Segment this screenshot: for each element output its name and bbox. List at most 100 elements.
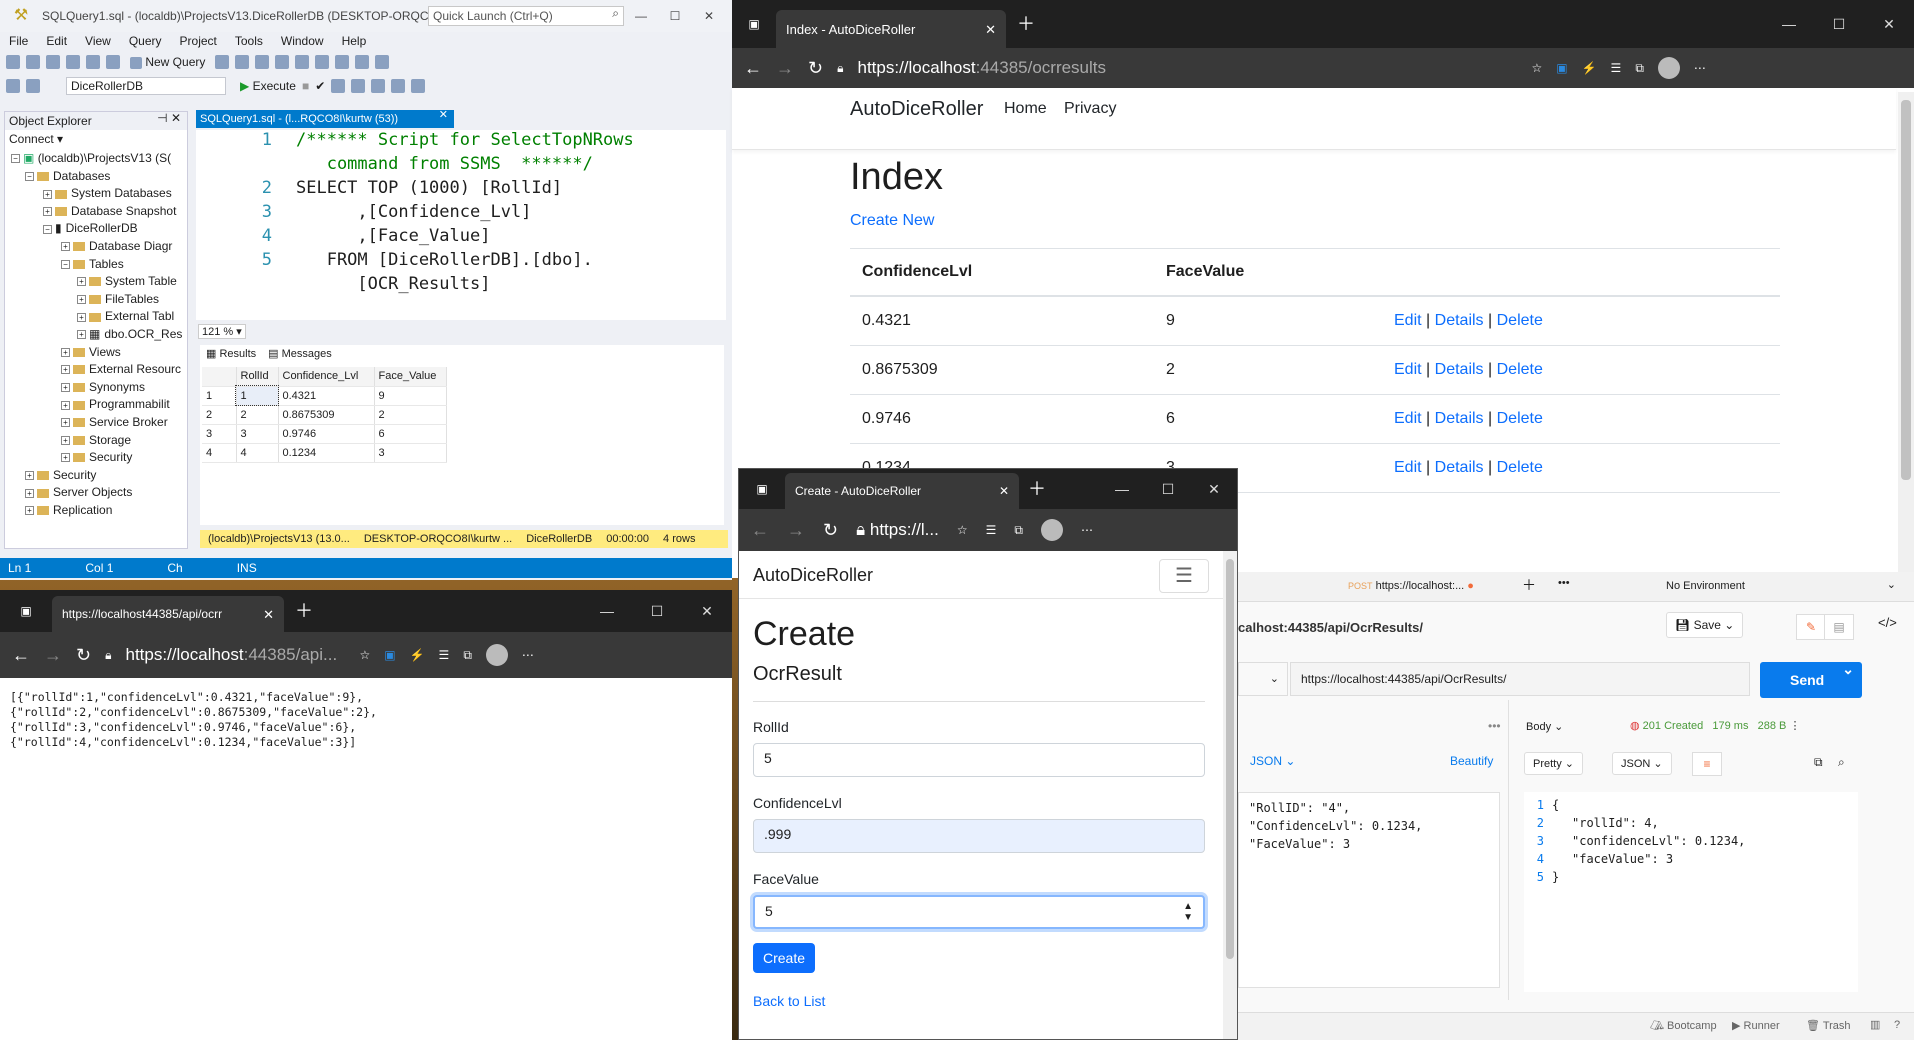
minimize-icon[interactable]: — [624, 10, 658, 22]
copy-icon[interactable]: ⧉ [1814, 756, 1823, 768]
tree-item-db-security[interactable]: + Security [5, 449, 187, 467]
tab-actions-icon[interactable]: ▣ [739, 483, 785, 495]
maximize-icon[interactable]: ☐ [1814, 16, 1864, 33]
grid-cell[interactable]: 3 [202, 424, 237, 444]
forward-icon[interactable]: → [776, 59, 794, 77]
forward-icon[interactable] [26, 55, 40, 69]
comments-icon[interactable]: ▤ [1824, 614, 1854, 640]
code-icon[interactable]: </> [1878, 616, 1897, 629]
create-new-link[interactable]: Create New [850, 212, 934, 230]
url-input[interactable]: https://localhost:44385/api/OcrResults/ [1290, 662, 1750, 696]
edit-icon[interactable]: ✎ [1796, 614, 1826, 640]
close-icon[interactable]: ✕ [999, 485, 1009, 497]
menu-file[interactable]: File [0, 32, 37, 50]
browser-tab-api[interactable]: https://localhost44385/api/ocrr ✕ [52, 596, 284, 632]
tree-item-service-broker[interactable]: + Service Broker [5, 414, 187, 432]
facevalue-input[interactable]: 5 ▲ ▼ [753, 895, 1205, 929]
copy-icon[interactable] [315, 55, 330, 69]
grid-header[interactable]: Face_Value [374, 367, 447, 387]
environment-select[interactable]: No Environment ⌄ [1666, 580, 1896, 593]
close-icon[interactable]: ✕ [692, 10, 726, 22]
grid-cell[interactable]: 9 [374, 386, 447, 406]
site-brand[interactable]: AutoDiceRoller [850, 98, 983, 121]
sql-editor[interactable]: 1 /****** Script for SelectTopNRows comma… [196, 130, 726, 320]
grid-cell[interactable]: 4 [202, 443, 237, 463]
outlook-icon[interactable]: ▣ [384, 649, 395, 661]
quick-launch-input[interactable]: Quick Launch (Ctrl+Q) ⌕ [428, 6, 624, 26]
edit-link[interactable]: Edit [1394, 312, 1422, 329]
favorite-icon[interactable]: ☆ [1531, 62, 1542, 74]
results-to-text-icon[interactable] [351, 79, 366, 93]
edit-link[interactable]: Edit [1394, 459, 1422, 476]
more-icon[interactable]: ⋮ [1789, 721, 1800, 732]
close-icon[interactable]: ✕ [1864, 16, 1914, 33]
new-query-button[interactable]: New Query [126, 55, 209, 69]
new-project-icon[interactable] [46, 55, 60, 69]
collections-icon[interactable]: ⧉ [1635, 62, 1644, 74]
site-brand[interactable]: AutoDiceRoller [753, 565, 873, 586]
tree-item-server-objects[interactable]: + Server Objects [5, 484, 187, 502]
close-icon[interactable]: ✕ [263, 608, 274, 621]
grid-header[interactable]: RollId [236, 367, 279, 387]
menu-tools[interactable]: Tools [226, 32, 272, 50]
search-icon[interactable]: ⌕ [1838, 756, 1845, 768]
tree-item-filetables[interactable]: + FileTables [5, 291, 187, 309]
menu-view[interactable]: View [76, 32, 120, 50]
scrollbar-thumb[interactable] [1901, 100, 1911, 480]
request-body-editor[interactable]: "RollID": "4", "ConfidenceLvl": 0.1234, … [1238, 792, 1500, 988]
grid-cell[interactable]: 3 [236, 424, 279, 444]
save-icon[interactable] [86, 55, 100, 69]
tree-item-security[interactable]: + Security [5, 467, 187, 485]
browser-tab-index[interactable]: Index - AutoDiceRoller ✕ [776, 10, 1006, 48]
edit-link[interactable]: Edit [1394, 361, 1422, 378]
tree-item-system-tables[interactable]: + System Table [5, 273, 187, 291]
close-icon[interactable]: ✕ [985, 23, 996, 36]
grid-cell[interactable]: 0.9746 [278, 424, 375, 444]
outlook-icon[interactable]: ▣ [1556, 62, 1567, 74]
help-icon[interactable]: ? [1894, 1020, 1900, 1031]
tree-item-views[interactable]: + Views [5, 344, 187, 362]
grid-cell[interactable]: 0.1234 [278, 443, 375, 463]
more-icon[interactable]: ⋯ [522, 649, 534, 661]
rollid-input[interactable]: 5 [753, 743, 1205, 777]
edit-link[interactable]: Edit [1394, 410, 1422, 427]
forward-icon[interactable]: → [44, 646, 62, 664]
status-badge[interactable]: 201 Created [1643, 720, 1704, 732]
profile-avatar[interactable] [485, 644, 508, 666]
more-icon[interactable]: ⋯ [1081, 524, 1093, 536]
scrollbar[interactable] [1223, 551, 1237, 1039]
favorites-icon[interactable]: ☰ [1611, 62, 1622, 74]
favorite-icon[interactable]: ☆ [359, 649, 370, 661]
delete-link[interactable]: Delete [1497, 312, 1543, 329]
debug-icon[interactable] [6, 79, 20, 93]
browser-tab-create[interactable]: Create - AutoDiceRoller ✕ [785, 473, 1019, 509]
indent-icon[interactable] [411, 79, 426, 93]
close-icon[interactable]: ✕ [439, 110, 448, 128]
grid-cell[interactable]: 3 [374, 443, 447, 463]
tree-item-replication[interactable]: + Replication [5, 502, 187, 520]
chevron-down-icon[interactable]: ⌄ [1842, 662, 1854, 676]
delete-link[interactable]: Delete [1497, 410, 1543, 427]
parse-check-icon[interactable]: ✔ [315, 80, 325, 92]
confidence-input[interactable]: .999 [753, 819, 1205, 853]
grid-cell[interactable]: 1 [235, 385, 279, 406]
close-icon[interactable]: ✕ [682, 603, 732, 620]
details-link[interactable]: Details [1435, 312, 1484, 329]
grid-cell[interactable]: 0.4321 [278, 386, 375, 406]
menu-query[interactable]: Query [120, 32, 171, 50]
menu-help[interactable]: Help [333, 32, 376, 50]
grid-header[interactable]: Confidence_Lvl [278, 367, 375, 387]
tree-item-databases[interactable]: − Databases [5, 168, 187, 186]
refresh-icon[interactable]: ↻ [76, 646, 91, 664]
back-icon[interactable]: ← [744, 59, 762, 77]
grid-cell[interactable]: 2 [202, 405, 237, 425]
back-icon[interactable]: ← [12, 646, 30, 664]
runner-button[interactable]: ▶ Runner [1732, 1020, 1780, 1032]
analysis-icon[interactable] [235, 55, 250, 69]
save-button[interactable]: 💾︎ Save ⌄ [1666, 612, 1744, 638]
address-bar[interactable]: 🔒︎ https://l... [856, 520, 939, 540]
db-query-icon[interactable] [215, 55, 230, 69]
back-to-list-link[interactable]: Back to List [753, 993, 825, 1009]
tab-actions-icon[interactable]: ▣ [0, 605, 52, 617]
menu-project[interactable]: Project [171, 32, 226, 50]
